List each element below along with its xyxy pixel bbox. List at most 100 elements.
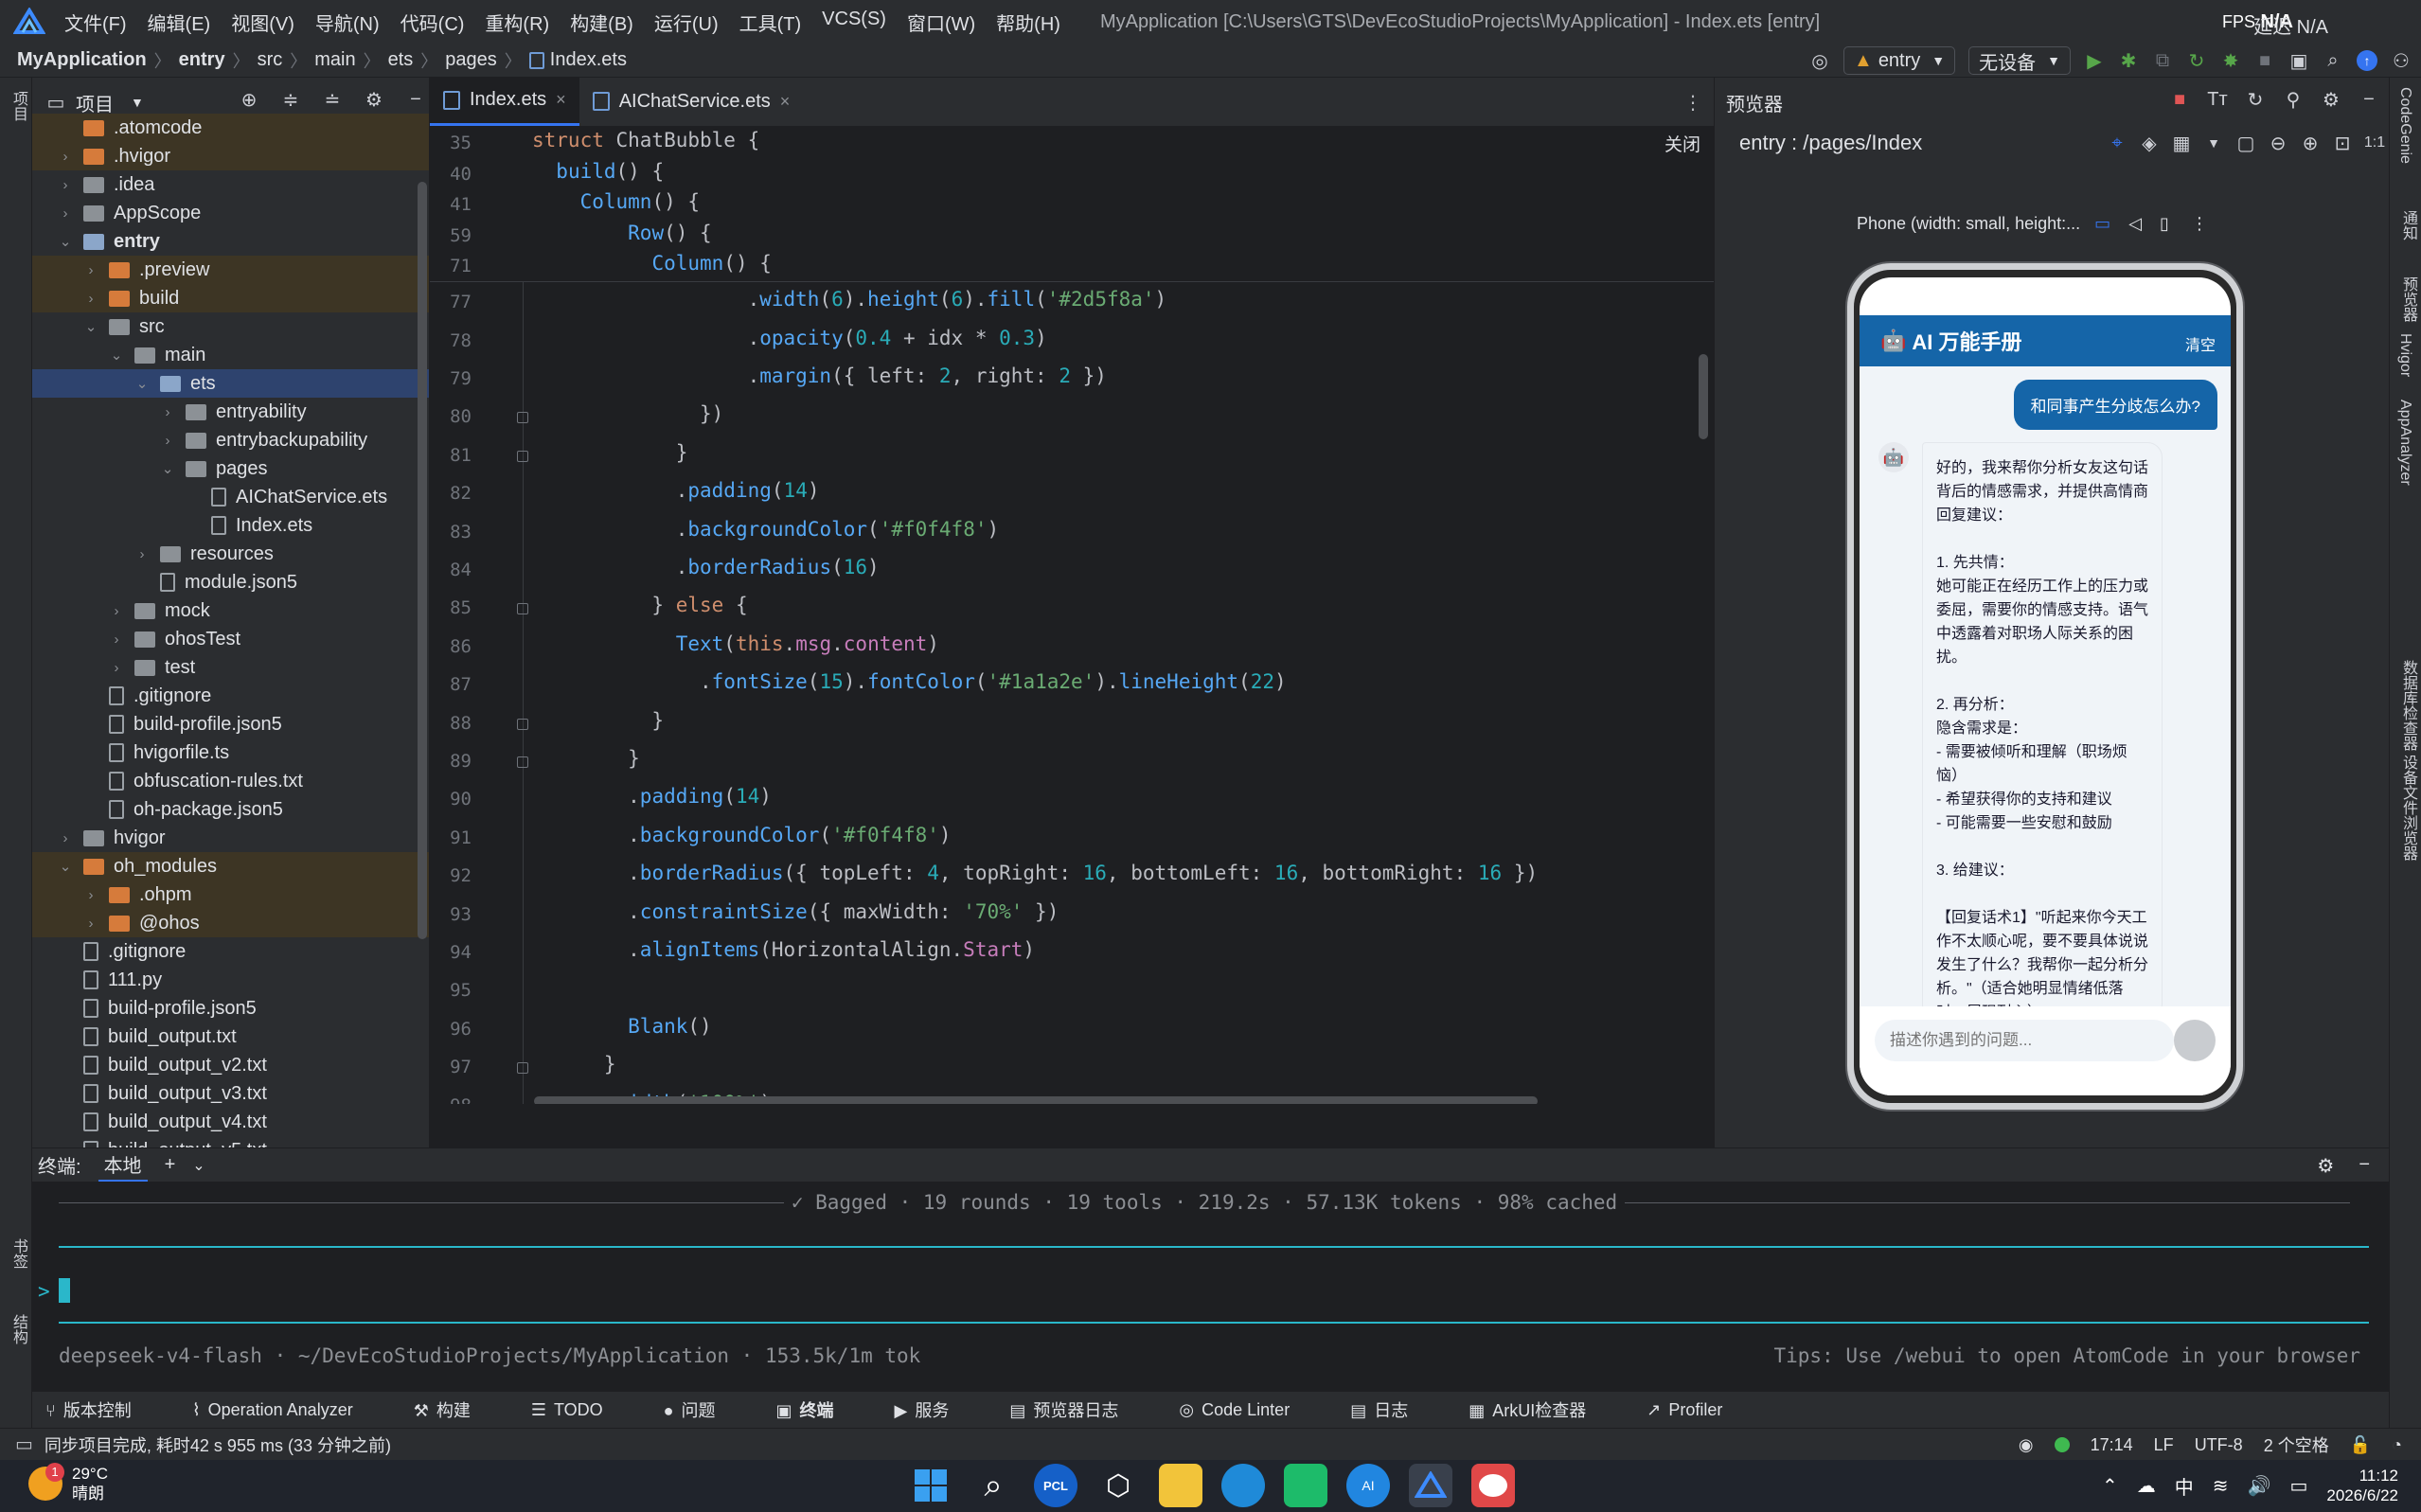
- code-line[interactable]: .alignItems(HorizontalAlign.Start): [532, 938, 1035, 961]
- fold-marker-icon[interactable]: [517, 450, 528, 462]
- tool-tab[interactable]: ⑂ 版本控制: [45, 1397, 162, 1422]
- notifications-icon[interactable]: ◔: [2392, 1435, 2402, 1455]
- search-icon[interactable]: ⌕: [2323, 50, 2343, 71]
- right-tool-button[interactable]: 通知: [2396, 210, 2419, 240]
- code-line[interactable]: .borderRadius({ topLeft: 4, topRight: 16…: [532, 862, 1538, 884]
- menu-item[interactable]: 文件(F): [64, 9, 127, 36]
- code-line[interactable]: .width(6).height(6).fill('#2d5f8a'): [532, 288, 1167, 311]
- device-manager-icon[interactable]: ▣: [2288, 50, 2309, 72]
- code-line[interactable]: .margin({ left: 2, right: 2 }): [532, 365, 1107, 387]
- code-line[interactable]: }: [532, 441, 688, 464]
- sticky-code-line[interactable]: Column() {: [532, 190, 700, 213]
- security-icon[interactable]: ☁: [2137, 1474, 2156, 1498]
- update-icon[interactable]: ↑: [2357, 50, 2377, 71]
- editor-horizontal-scrollbar[interactable]: [534, 1096, 1538, 1104]
- fold-marker-icon[interactable]: [517, 718, 528, 730]
- codegenie-status-icon[interactable]: ◉: [2019, 1435, 2034, 1455]
- tool-tab[interactable]: ▤ 预览器日志: [1009, 1397, 1148, 1422]
- chevron-right-icon[interactable]: ›: [59, 149, 72, 165]
- chevron-right-icon[interactable]: ›: [161, 404, 174, 420]
- breadcrumb-item[interactable]: Index.ets: [550, 49, 627, 71]
- menu-item[interactable]: 导航(N): [315, 9, 380, 36]
- tree-item[interactable]: ⌄ oh_modules: [32, 852, 429, 881]
- chevron-down-icon[interactable]: ⌄: [84, 318, 98, 335]
- chevron-right-icon[interactable]: ›: [135, 546, 149, 562]
- tree-item[interactable]: .gitignore: [32, 682, 429, 710]
- tree-item[interactable]: module.json5: [32, 568, 429, 596]
- breadcrumb-item[interactable]: entry: [179, 49, 225, 71]
- right-tool-button[interactable]: AppAnalyzer: [2396, 400, 2413, 486]
- chevron-down-icon[interactable]: ⌄: [192, 1156, 205, 1175]
- chevron-right-icon[interactable]: ›: [84, 291, 98, 307]
- chevron-down-icon[interactable]: ⌄: [59, 858, 72, 875]
- chevron-right-icon[interactable]: ›: [161, 433, 174, 449]
- fold-marker-icon[interactable]: [517, 412, 528, 424]
- code-line[interactable]: .constraintSize({ maxWidth: '70%' }): [532, 900, 1059, 923]
- tool-tab[interactable]: ▤ 日志: [1350, 1397, 1438, 1422]
- tree-item[interactable]: build-profile.json5: [32, 710, 429, 738]
- pcl-icon[interactable]: PCL: [1034, 1464, 1077, 1507]
- sticky-code-line[interactable]: build() {: [532, 160, 664, 183]
- profile-icon[interactable]: ✸: [2220, 50, 2241, 72]
- refresh-icon[interactable]: ↻: [2245, 89, 2266, 111]
- structure-tool-button[interactable]: 结构: [7, 1314, 29, 1344]
- run-icon[interactable]: ▶: [2084, 50, 2105, 72]
- tree-item[interactable]: › entryability: [32, 398, 429, 426]
- tree-item[interactable]: › build: [32, 284, 429, 312]
- sticky-code-line[interactable]: struct ChatBubble {: [532, 129, 759, 151]
- code-line[interactable]: .borderRadius(16): [532, 556, 880, 578]
- stop-icon[interactable]: ■: [2254, 50, 2275, 71]
- tree-item[interactable]: .atomcode: [32, 114, 429, 142]
- close-icon[interactable]: ×: [780, 92, 791, 112]
- expand-all-icon[interactable]: ≑: [280, 89, 301, 111]
- device-select[interactable]: 无设备 ▼: [1968, 46, 2071, 75]
- tree-item[interactable]: build_output_v4.txt: [32, 1108, 429, 1136]
- chevron-right-icon[interactable]: ›: [110, 631, 123, 648]
- editor-vertical-scrollbar[interactable]: [1699, 354, 1708, 439]
- chat-list[interactable]: 和同事产生分歧怎么办? 🤖 好的，我来帮你分析女友这句话背后的情感需求，并提供高…: [1860, 366, 2231, 1020]
- right-tool-button[interactable]: CodeGenie: [2396, 87, 2413, 164]
- pin-icon[interactable]: ⚲: [2283, 89, 2304, 111]
- tree-item[interactable]: ⌄ ets: [32, 369, 429, 398]
- more-icon[interactable]: ⋮: [2191, 214, 2208, 233]
- menu-item[interactable]: 帮助(H): [996, 9, 1060, 36]
- chevron-down-icon[interactable]: ▼: [2203, 133, 2224, 153]
- tree-item[interactable]: › hvigor: [32, 824, 429, 852]
- target-icon[interactable]: ◎: [1809, 50, 1830, 72]
- chevron-right-icon[interactable]: ›: [59, 830, 72, 846]
- chevron-right-icon[interactable]: ›: [84, 887, 98, 903]
- tree-item[interactable]: › .preview: [32, 256, 429, 284]
- chevron-right-icon[interactable]: ›: [110, 603, 123, 619]
- status-message[interactable]: 同步项目完成, 耗时42 s 955 ms (33 分钟之前): [45, 1432, 391, 1457]
- hide-icon[interactable]: −: [2359, 1154, 2370, 1178]
- code-line[interactable]: .opacity(0.4 + idx * 0.3): [532, 327, 1047, 349]
- tree-item[interactable]: build_output.txt: [32, 1023, 429, 1051]
- tree-item[interactable]: › .hvigor: [32, 142, 429, 170]
- battery-icon[interactable]: ▭: [2289, 1474, 2307, 1498]
- tool-tab[interactable]: ▶ 服务: [895, 1397, 980, 1422]
- menu-item[interactable]: 窗口(W): [907, 9, 975, 36]
- deveco-taskbar-icon[interactable]: [1409, 1464, 1452, 1507]
- menu-item[interactable]: 运行(U): [654, 9, 719, 36]
- editor-tab[interactable]: AIChatService.ets ×: [579, 77, 804, 126]
- fold-marker-icon[interactable]: [517, 1062, 528, 1075]
- project-tool-button[interactable]: 项目: [7, 91, 29, 121]
- tree-item[interactable]: › .ohpm: [32, 881, 429, 909]
- chevron-right-icon[interactable]: ›: [110, 660, 123, 676]
- chevron-up-icon[interactable]: ⌃: [2102, 1474, 2118, 1498]
- chevron-down-icon[interactable]: ▼: [131, 95, 144, 110]
- tree-item[interactable]: oh-package.json5: [32, 795, 429, 824]
- chevron-right-icon[interactable]: ›: [84, 262, 98, 278]
- terminal-cursor[interactable]: [59, 1278, 70, 1303]
- file-explorer-icon[interactable]: [1159, 1464, 1202, 1507]
- right-tool-button[interactable]: 设备文件浏览器: [2396, 755, 2419, 861]
- code-line[interactable]: }: [532, 709, 664, 732]
- tool-tab[interactable]: ▣ 终端: [776, 1397, 864, 1422]
- fit-icon[interactable]: ⊡: [2332, 133, 2353, 154]
- reload-icon[interactable]: ↻: [2186, 50, 2207, 72]
- settings-icon[interactable]: ⚙: [364, 89, 384, 111]
- tool-tab[interactable]: ◎ Code Linter: [1179, 1400, 1320, 1420]
- stop-preview-icon[interactable]: ■: [2169, 89, 2190, 110]
- add-tab-icon[interactable]: +: [165, 1154, 176, 1176]
- tree-item[interactable]: AIChatService.ets: [32, 483, 429, 511]
